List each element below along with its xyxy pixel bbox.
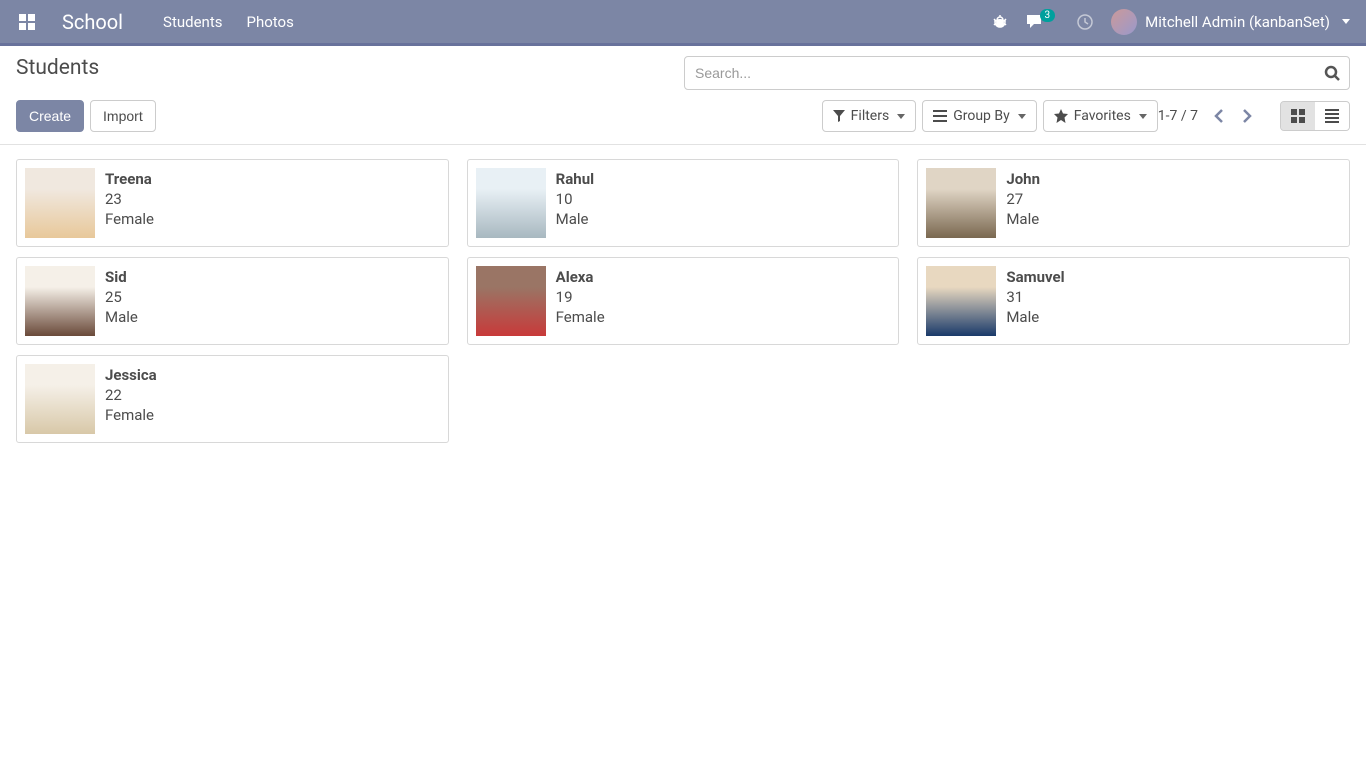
messages-badge: 3 bbox=[1040, 9, 1056, 22]
student-name: Jessica bbox=[105, 366, 157, 384]
student-card[interactable]: Treena 23 Female bbox=[16, 159, 449, 247]
student-age: 25 bbox=[105, 288, 138, 306]
action-buttons: Create Import bbox=[16, 100, 822, 132]
favorites-label: Favorites bbox=[1074, 108, 1131, 124]
student-name: Treena bbox=[105, 170, 154, 188]
star-icon bbox=[1054, 109, 1068, 123]
apps-icon[interactable] bbox=[16, 11, 38, 33]
view-list[interactable] bbox=[1315, 102, 1349, 130]
student-age: 22 bbox=[105, 386, 157, 404]
view-kanban[interactable] bbox=[1281, 102, 1315, 130]
kanban-column: Treena 23 Female Sid 25 Male Jessica 22 … bbox=[16, 159, 449, 443]
student-gender: Female bbox=[556, 308, 605, 326]
control-panel: Students Create Import Filters Group By bbox=[0, 46, 1366, 145]
student-card[interactable]: Samuvel 31 Male bbox=[917, 257, 1350, 345]
card-body: Alexa 19 Female bbox=[556, 266, 605, 336]
student-card[interactable]: Jessica 22 Female bbox=[16, 355, 449, 443]
card-body: Sid 25 Male bbox=[105, 266, 138, 336]
student-photo bbox=[476, 168, 546, 238]
student-age: 27 bbox=[1006, 190, 1040, 208]
chevron-down-icon bbox=[1342, 19, 1350, 24]
card-body: Treena 23 Female bbox=[105, 168, 154, 238]
user-menu[interactable]: Mitchell Admin (kanbanSet) bbox=[1111, 9, 1350, 35]
kanban-column: Rahul 10 Male Alexa 19 Female bbox=[467, 159, 900, 345]
student-photo bbox=[25, 364, 95, 434]
nav-right: 3 Mitchell Admin (kanbanSet) bbox=[992, 9, 1350, 35]
brand-title[interactable]: School bbox=[62, 10, 123, 34]
student-name: John bbox=[1006, 170, 1040, 188]
nav-link-students[interactable]: Students bbox=[163, 13, 222, 31]
navbar: School Students Photos 3 Mitchell Admin … bbox=[0, 0, 1366, 46]
view-switcher bbox=[1280, 101, 1350, 131]
kanban-view: Treena 23 Female Sid 25 Male Jessica 22 … bbox=[0, 145, 1366, 457]
student-photo bbox=[926, 168, 996, 238]
student-age: 10 bbox=[556, 190, 594, 208]
student-card[interactable]: Rahul 10 Male bbox=[467, 159, 900, 247]
student-photo bbox=[25, 168, 95, 238]
student-card[interactable]: John 27 Male bbox=[917, 159, 1350, 247]
student-gender: Male bbox=[556, 210, 594, 228]
pager: 1-7 / 7 bbox=[1158, 101, 1350, 131]
filter-icon bbox=[833, 110, 845, 122]
student-gender: Female bbox=[105, 210, 154, 228]
favorites-dropdown[interactable]: Favorites bbox=[1043, 100, 1158, 132]
kanban-icon bbox=[1291, 109, 1305, 123]
student-card[interactable]: Sid 25 Male bbox=[16, 257, 449, 345]
groupby-dropdown[interactable]: Group By bbox=[922, 100, 1037, 132]
nav-link-photos[interactable]: Photos bbox=[246, 13, 293, 31]
list-icon bbox=[933, 110, 947, 122]
chevron-down-icon bbox=[1139, 114, 1147, 119]
import-button[interactable]: Import bbox=[90, 100, 156, 132]
debug-icon[interactable] bbox=[992, 14, 1008, 30]
student-gender: Female bbox=[105, 406, 157, 424]
student-name: Sid bbox=[105, 268, 138, 286]
card-body: Samuvel 31 Male bbox=[1006, 266, 1064, 336]
student-photo bbox=[476, 266, 546, 336]
student-age: 23 bbox=[105, 190, 154, 208]
student-name: Alexa bbox=[556, 268, 605, 286]
student-age: 31 bbox=[1006, 288, 1064, 306]
card-body: Rahul 10 Male bbox=[556, 168, 594, 238]
search-container bbox=[684, 56, 1350, 90]
filters-dropdown[interactable]: Filters bbox=[822, 100, 917, 132]
student-name: Rahul bbox=[556, 170, 594, 188]
card-body: John 27 Male bbox=[1006, 168, 1040, 238]
card-body: Jessica 22 Female bbox=[105, 364, 157, 434]
chevron-down-icon bbox=[1018, 114, 1026, 119]
kanban-column: John 27 Male Samuvel 31 Male bbox=[917, 159, 1350, 345]
pager-prev[interactable] bbox=[1210, 105, 1228, 127]
messages-icon[interactable]: 3 bbox=[1026, 14, 1060, 30]
pager-text: 1-7 / 7 bbox=[1158, 108, 1198, 124]
student-gender: Male bbox=[1006, 210, 1040, 228]
groupby-label: Group By bbox=[953, 108, 1010, 124]
nav-links: Students Photos bbox=[163, 13, 992, 31]
student-gender: Male bbox=[1006, 308, 1064, 326]
student-photo bbox=[25, 266, 95, 336]
filter-bar: Filters Group By Favorites bbox=[822, 100, 1158, 132]
search-icon[interactable] bbox=[1324, 65, 1340, 81]
student-photo bbox=[926, 266, 996, 336]
avatar bbox=[1111, 9, 1137, 35]
list-view-icon bbox=[1325, 109, 1339, 123]
search-input[interactable] bbox=[684, 56, 1350, 90]
filters-label: Filters bbox=[851, 108, 890, 124]
page-title: Students bbox=[16, 56, 684, 80]
student-card[interactable]: Alexa 19 Female bbox=[467, 257, 900, 345]
activity-icon[interactable] bbox=[1077, 14, 1093, 30]
student-age: 19 bbox=[556, 288, 605, 306]
create-button[interactable]: Create bbox=[16, 100, 84, 132]
user-name: Mitchell Admin (kanbanSet) bbox=[1145, 13, 1330, 31]
pager-next[interactable] bbox=[1238, 105, 1256, 127]
chevron-down-icon bbox=[897, 114, 905, 119]
student-name: Samuvel bbox=[1006, 268, 1064, 286]
student-gender: Male bbox=[105, 308, 138, 326]
